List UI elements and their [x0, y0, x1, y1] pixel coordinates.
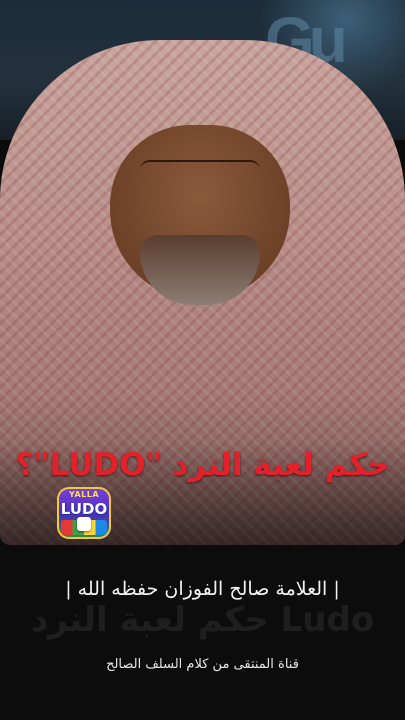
presenter-glasses: [140, 160, 260, 184]
logo-main-text: LUDO: [60, 500, 108, 518]
scholar-caption: | العلامة صالح الفوزان حفظه الله |: [65, 578, 340, 600]
yalla-ludo-logo: YALLA LUDO: [57, 487, 111, 539]
logo-top-text: YALLA: [68, 490, 100, 499]
dice-icon: [77, 517, 91, 531]
channel-caption: قناة المنتقى من كلام السلف الصالح: [106, 657, 299, 672]
video-title: حكم لعبة النرد "LUDO"؟: [15, 447, 390, 483]
video-frame[interactable]: Gu حكم لعبة النرد "LUDO"؟ YALLA LUDO حكم…: [0, 0, 405, 720]
